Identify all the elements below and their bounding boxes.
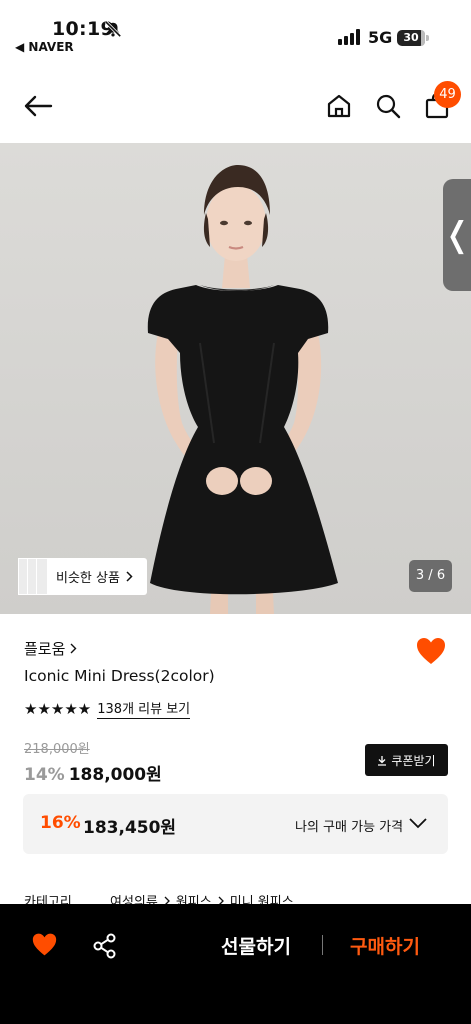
discount-rate: 14% [24, 765, 65, 785]
search-button[interactable] [372, 90, 404, 122]
product-image-carousel[interactable]: ❬ 비슷한 상품 3 / 6 [0, 143, 471, 614]
home-button[interactable] [323, 90, 355, 122]
share-icon[interactable] [93, 933, 117, 959]
similar-products-label: 비슷한 상품 [56, 571, 120, 586]
battery-level: 30 [397, 30, 425, 46]
back-button[interactable] [22, 90, 54, 122]
gift-button[interactable]: 선물하기 [221, 932, 291, 959]
similar-products-button[interactable]: 비슷한 상품 [18, 558, 147, 595]
bottom-action-bar: 선물하기 구매하기 [0, 904, 471, 1024]
signal-icon [338, 29, 360, 45]
sale-price: 188,000원 [68, 765, 162, 785]
reviews-link[interactable]: 138개 리뷰 보기 [97, 698, 191, 719]
side-panel-tab[interactable]: ❬ [443, 179, 471, 291]
product-photo [147, 165, 338, 614]
product-name: Iconic Mini Dress(2color) [24, 667, 215, 685]
like-heart-icon[interactable] [31, 932, 58, 957]
divider [322, 935, 323, 955]
coupon-button[interactable]: 쿠폰받기 [365, 744, 448, 776]
brand-name: 플로움 [24, 640, 66, 658]
favorite-heart-icon[interactable] [415, 636, 447, 666]
cart-count-badge: 49 [434, 81, 461, 108]
buy-button[interactable]: 구매하기 [350, 932, 420, 959]
original-price: 218,000원 [24, 742, 90, 757]
chevron-left-icon: ❬ [443, 215, 471, 255]
star-rating: ★★★★★ [24, 699, 92, 718]
network-type: 5G [368, 28, 393, 47]
back-to-app-link[interactable]: ◀ NAVER [15, 40, 74, 54]
rating-row: ★★★★★ 138개 리뷰 보기 [24, 698, 191, 719]
coupon-label: 쿠폰받기 [391, 753, 436, 768]
best-price-label: 나의 구매 가능 가격 [295, 820, 404, 835]
arrow-left-icon [24, 95, 53, 117]
status-bar: 10:19 ◀ NAVER 5G 30 [0, 0, 471, 60]
search-icon [376, 94, 401, 119]
chevron-right-icon [126, 571, 133, 582]
chevron-right-icon [70, 643, 77, 654]
battery-icon: 30 [397, 30, 429, 46]
best-discount-rate: 16% [40, 813, 81, 833]
price-row: 14% 188,000원 [24, 760, 162, 785]
download-icon [378, 755, 387, 766]
similar-thumbnails [18, 558, 48, 595]
image-counter: 3 / 6 [409, 560, 452, 592]
top-nav: 49 [0, 70, 471, 142]
best-price: 183,450원 [83, 818, 177, 838]
chevron-down-icon [409, 818, 427, 829]
bell-mute-icon [104, 20, 122, 38]
best-price-dropdown[interactable]: 16% 183,450원 나의 구매 가능 가격 [23, 794, 448, 854]
brand-link[interactable]: 플로움 [24, 638, 77, 659]
home-icon [327, 94, 351, 118]
